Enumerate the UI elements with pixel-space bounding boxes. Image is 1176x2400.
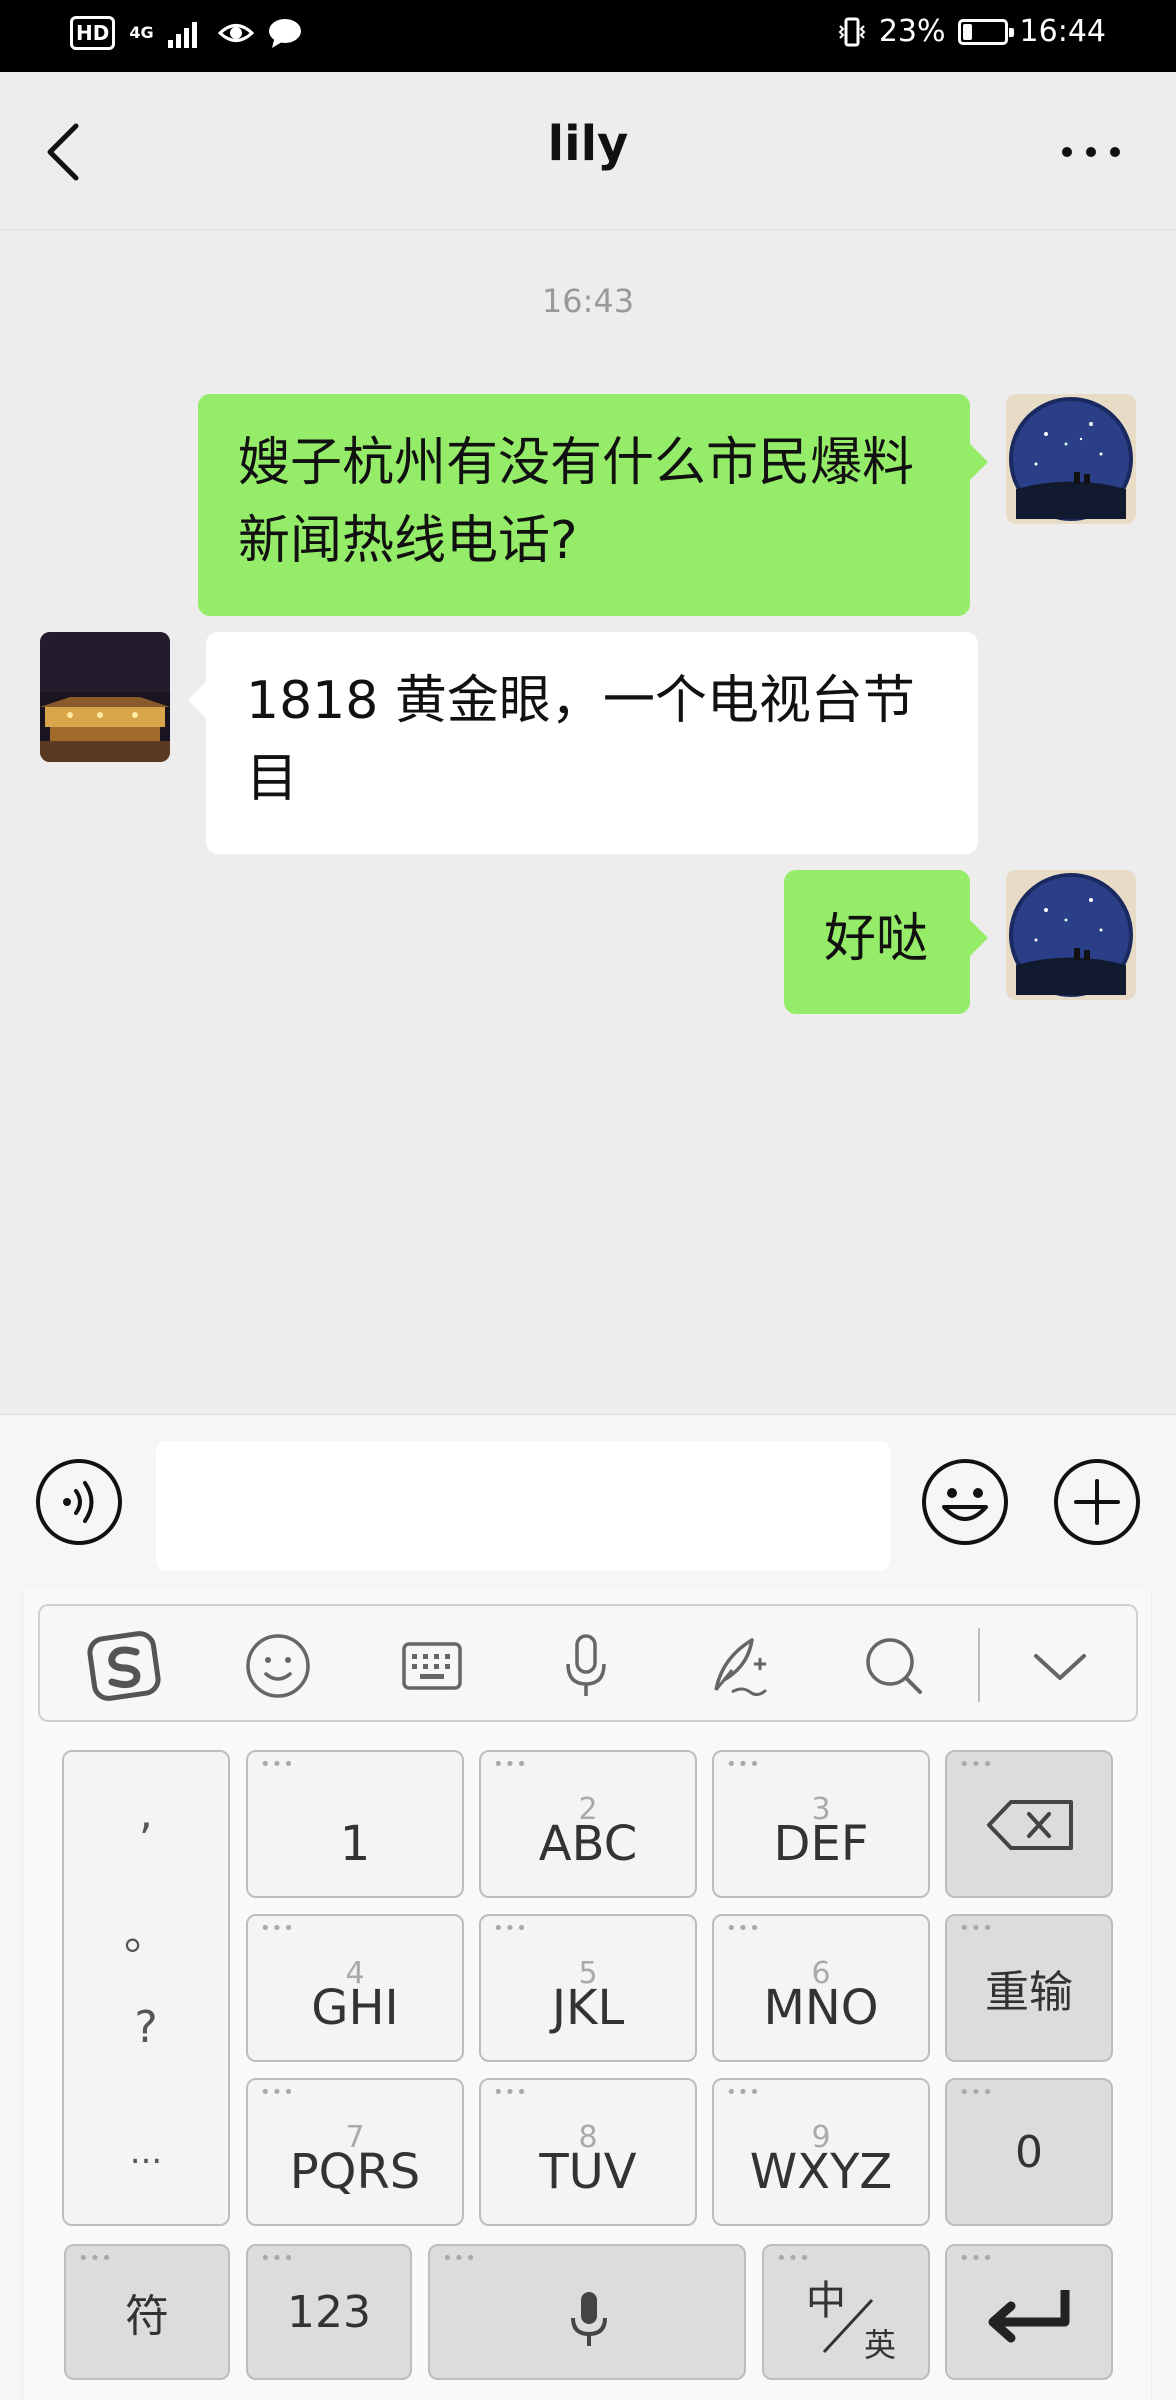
- emoji-icon[interactable]: [920, 1457, 1010, 1547]
- soft-keyboard: , 。 ? ... ••• 1 ••• 2 ABC ••• 3 DEF ••• …: [0, 1590, 1176, 2400]
- signal-icon: [167, 22, 197, 48]
- keyboard-layout-icon[interactable]: [394, 1628, 470, 1704]
- handwriting-icon[interactable]: [702, 1628, 778, 1704]
- punct-comma[interactable]: ,: [64, 1788, 228, 1839]
- key-jkl[interactable]: ••• 5 JKL: [479, 1914, 697, 2062]
- key-dots: •••: [959, 2248, 994, 2269]
- message-input-bar: [0, 1414, 1176, 1590]
- message-bubble-sent[interactable]: 嫂子杭州有没有什么市民爆料新闻热线电话?: [198, 394, 988, 616]
- punct-period[interactable]: 。: [64, 1898, 228, 1962]
- avatar-contact[interactable]: [40, 632, 170, 762]
- key-dots: •••: [260, 2082, 295, 2103]
- lang-en-label: 英: [864, 2326, 897, 2364]
- key-dots: •••: [726, 2082, 761, 2103]
- language-toggle-key[interactable]: ••• 中 英: [762, 2244, 930, 2380]
- bubble-tail: [970, 920, 988, 956]
- key-def[interactable]: ••• 3 DEF: [712, 1750, 930, 1898]
- punctuation-column[interactable]: , 。 ? ...: [62, 1750, 230, 2226]
- key-label: DEF: [773, 1816, 869, 1872]
- key-1[interactable]: ••• 1: [246, 1750, 464, 1898]
- message-bubble-received[interactable]: 1818 黄金眼，一个电视台节目: [188, 632, 978, 854]
- bubble-tail: [970, 444, 988, 480]
- key-dots: •••: [493, 2082, 528, 2103]
- eye-icon: [217, 24, 254, 42]
- hd-badge: HD: [70, 16, 116, 50]
- key-wxyz[interactable]: ••• 9 WXYZ: [712, 2078, 930, 2226]
- key-dots: •••: [776, 2248, 811, 2269]
- numbers-key[interactable]: ••• 123: [246, 2244, 412, 2380]
- status-left: HD 4G: [70, 16, 302, 50]
- key-tuv[interactable]: ••• 8 TUV: [479, 2078, 697, 2226]
- more-options-icon[interactable]: [1056, 132, 1126, 172]
- message-text: 嫂子杭州有没有什么市民爆料新闻热线电话?: [238, 433, 915, 571]
- key-label: 重输: [985, 1967, 1073, 2018]
- punct-ellipsis[interactable]: ...: [64, 2132, 228, 2172]
- toolbar-divider: [978, 1628, 980, 1702]
- key-label: 0: [1015, 2126, 1043, 2178]
- voice-input-icon[interactable]: [34, 1457, 124, 1547]
- punct-question[interactable]: ?: [64, 2002, 228, 2053]
- key-label: GHI: [311, 1980, 399, 2036]
- enter-key[interactable]: •••: [945, 2244, 1113, 2380]
- keyboard-toolbar: [38, 1604, 1138, 1722]
- key-mno[interactable]: ••• 6 MNO: [712, 1914, 930, 2062]
- battery-level: [962, 23, 972, 40]
- key-label: ABC: [538, 1816, 638, 1872]
- message-icon: [268, 19, 301, 48]
- message-timestamp: 16:43: [541, 282, 635, 320]
- key-label: 符: [125, 2291, 169, 2342]
- key-pqrs[interactable]: ••• 7 PQRS: [246, 2078, 464, 2226]
- network-type: 4G: [129, 23, 154, 42]
- starry-avatar-image: [1006, 870, 1136, 1000]
- key-dots: •••: [959, 1754, 994, 1775]
- sogou-logo-icon[interactable]: [86, 1628, 162, 1704]
- key-label: 123: [287, 2286, 371, 2338]
- key-0[interactable]: ••• 0: [945, 2078, 1113, 2226]
- backspace-icon: [987, 1800, 1073, 1850]
- vibrate-icon: [838, 17, 866, 46]
- key-dots: •••: [493, 1918, 528, 1939]
- key-label: WXYZ: [749, 2144, 893, 2200]
- status-right: 23% 16:44: [837, 14, 1106, 49]
- key-ghi[interactable]: ••• 4 GHI: [246, 1914, 464, 2062]
- key-label: PQRS: [289, 2144, 421, 2200]
- battery-percent: 23%: [878, 14, 946, 49]
- key-label: TUV: [539, 2144, 637, 2200]
- key-abc[interactable]: ••• 2 ABC: [479, 1750, 697, 1898]
- key-label: MNO: [763, 1980, 879, 2036]
- microphone-icon[interactable]: [548, 1628, 624, 1704]
- key-dots: •••: [726, 1918, 761, 1939]
- palace-avatar-image: [40, 632, 170, 762]
- plus-icon[interactable]: [1052, 1457, 1142, 1547]
- key-dots: •••: [442, 2248, 477, 2269]
- avatar-self[interactable]: [1006, 870, 1136, 1000]
- key-dots: •••: [260, 1918, 295, 1939]
- key-dots: •••: [260, 1754, 295, 1775]
- message-text: 1818 黄金眼，一个电视台节目: [246, 671, 915, 809]
- key-label: 1: [339, 1816, 371, 1872]
- search-icon[interactable]: [856, 1628, 932, 1704]
- collapse-keyboard-icon[interactable]: [1022, 1628, 1098, 1704]
- symbols-key[interactable]: ••• 符: [64, 2244, 230, 2380]
- key-dots: •••: [493, 1754, 528, 1775]
- chat-header: lily: [0, 72, 1176, 230]
- enter-arrow-icon: [988, 2290, 1070, 2343]
- message-bubble-sent[interactable]: 好哒: [783, 870, 988, 1014]
- bubble-tail: [188, 682, 206, 718]
- avatar-self[interactable]: [1006, 394, 1136, 524]
- emoji-panel-icon[interactable]: [240, 1628, 316, 1704]
- message-input[interactable]: [156, 1441, 890, 1571]
- space-key[interactable]: •••: [428, 2244, 746, 2380]
- clock: 16:44: [1019, 14, 1106, 49]
- retype-key[interactable]: ••• 重输: [945, 1914, 1113, 2062]
- starry-avatar-image: [1006, 394, 1136, 524]
- chat-title: lily: [547, 116, 629, 172]
- battery-icon: [957, 18, 1014, 45]
- key-dots: •••: [726, 1754, 761, 1775]
- microphone-icon: [571, 2292, 607, 2346]
- backspace-key[interactable]: •••: [945, 1750, 1113, 1898]
- key-label: JKL: [551, 1980, 625, 2036]
- message-text: 好哒: [823, 909, 928, 969]
- status-bar: HD 4G 23% 16:44: [0, 0, 1176, 72]
